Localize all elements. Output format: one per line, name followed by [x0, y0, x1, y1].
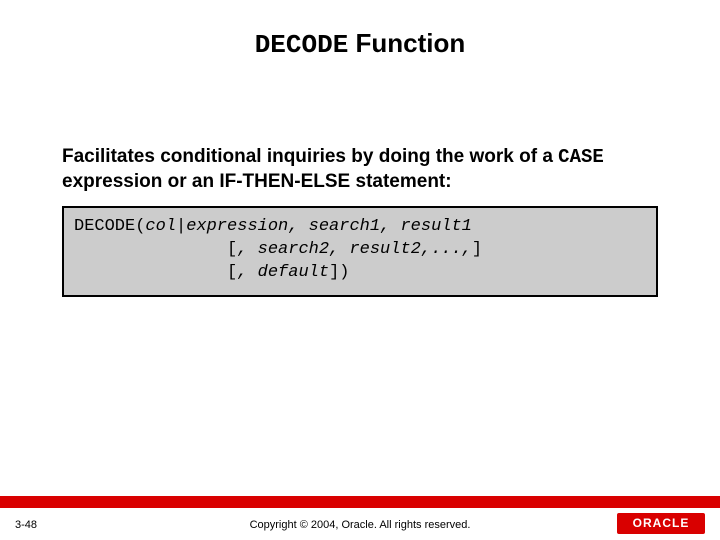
code-i2: , search2, result2,...,: [237, 240, 472, 259]
code-i1: col|expression, search1, result1: [145, 217, 471, 236]
code-box: DECODE(col|expression, search1, result1 …: [62, 206, 658, 297]
code-i3: , default: [237, 263, 329, 282]
code-t4: ]): [329, 263, 349, 282]
body-keyword: CASE: [558, 146, 604, 168]
copyright-text: Copyright © 2004, Oracle. All rights res…: [0, 519, 720, 531]
code-t1: DECODE(: [74, 217, 145, 236]
title-rest: Function: [348, 28, 465, 58]
oracle-logo: ORACLE: [617, 513, 705, 534]
slide-title: DECODE Function: [0, 0, 720, 60]
title-keyword: DECODE: [255, 30, 349, 60]
footer-bar: 3-48 Copyright © 2004, Oracle. All right…: [0, 508, 720, 540]
body-text: Facilitates conditional inquiries by doi…: [62, 145, 658, 194]
footer-stripe: [0, 496, 720, 508]
code-t2: [: [74, 240, 237, 259]
body-line2: expression or an IF-THEN-ELSE statement:: [62, 171, 452, 192]
body-line1: Facilitates conditional inquiries by doi…: [62, 146, 558, 167]
